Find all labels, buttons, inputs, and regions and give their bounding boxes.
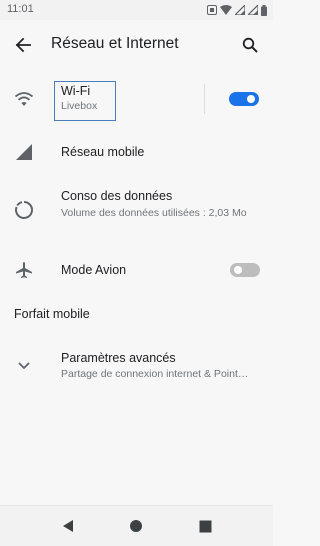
search-button[interactable] — [239, 34, 261, 56]
wifi-signal-icon — [220, 5, 232, 15]
status-bar: 11:01 — [0, 0, 273, 20]
status-time: 11:01 — [7, 3, 34, 15]
advanced-settings-row[interactable]: Paramètres avancés Partage de connexion … — [0, 340, 273, 392]
advanced-settings-title: Paramètres avancés — [61, 351, 176, 365]
page-title: Réseau et Internet — [51, 35, 179, 52]
data-usage-title: Conso des données — [61, 189, 173, 203]
wifi-subtitle: Livebox — [61, 100, 98, 112]
data-usage-subtitle: Volume des données utilisées : 2,03 Mo — [61, 207, 247, 219]
wifi-toggle[interactable] — [229, 92, 259, 106]
advanced-settings-subtitle: Partage de connexion internet & Point… — [61, 368, 249, 380]
airplane-mode-title: Mode Avion — [61, 263, 127, 277]
back-button[interactable] — [12, 34, 34, 56]
cell-signal-icon — [248, 5, 258, 15]
search-icon — [242, 37, 258, 53]
mobile-network-title: Réseau mobile — [61, 145, 145, 159]
notification-icon — [207, 5, 217, 15]
home-circle-icon — [130, 520, 142, 532]
vertical-divider — [204, 84, 205, 114]
signal-icon — [14, 142, 34, 162]
nav-back-button[interactable] — [59, 517, 77, 535]
arrow-back-icon — [15, 37, 31, 53]
cell-signal-icon — [235, 5, 245, 15]
battery-icon — [261, 4, 267, 16]
nav-home-button[interactable] — [127, 517, 145, 535]
mobile-network-row[interactable]: Réseau mobile — [0, 130, 273, 174]
status-icons — [207, 4, 267, 16]
recents-square-icon — [199, 520, 211, 532]
app-bar: Réseau et Internet — [0, 20, 273, 70]
airplane-mode-toggle[interactable] — [230, 263, 260, 277]
navigation-bar — [0, 505, 273, 546]
wifi-icon — [14, 89, 34, 109]
toggle-knob — [247, 95, 255, 103]
data-usage-icon — [14, 200, 34, 220]
chevron-down-icon — [14, 356, 34, 376]
data-usage-row[interactable]: Conso des données Volume des données uti… — [0, 180, 273, 238]
nav-recents-button[interactable] — [196, 517, 214, 535]
back-triangle-icon — [63, 520, 73, 532]
forfait-mobile-header: Forfait mobile — [14, 307, 90, 321]
wifi-title: Wi-Fi — [61, 84, 91, 98]
toggle-knob — [234, 266, 242, 274]
airplane-icon — [14, 260, 34, 280]
